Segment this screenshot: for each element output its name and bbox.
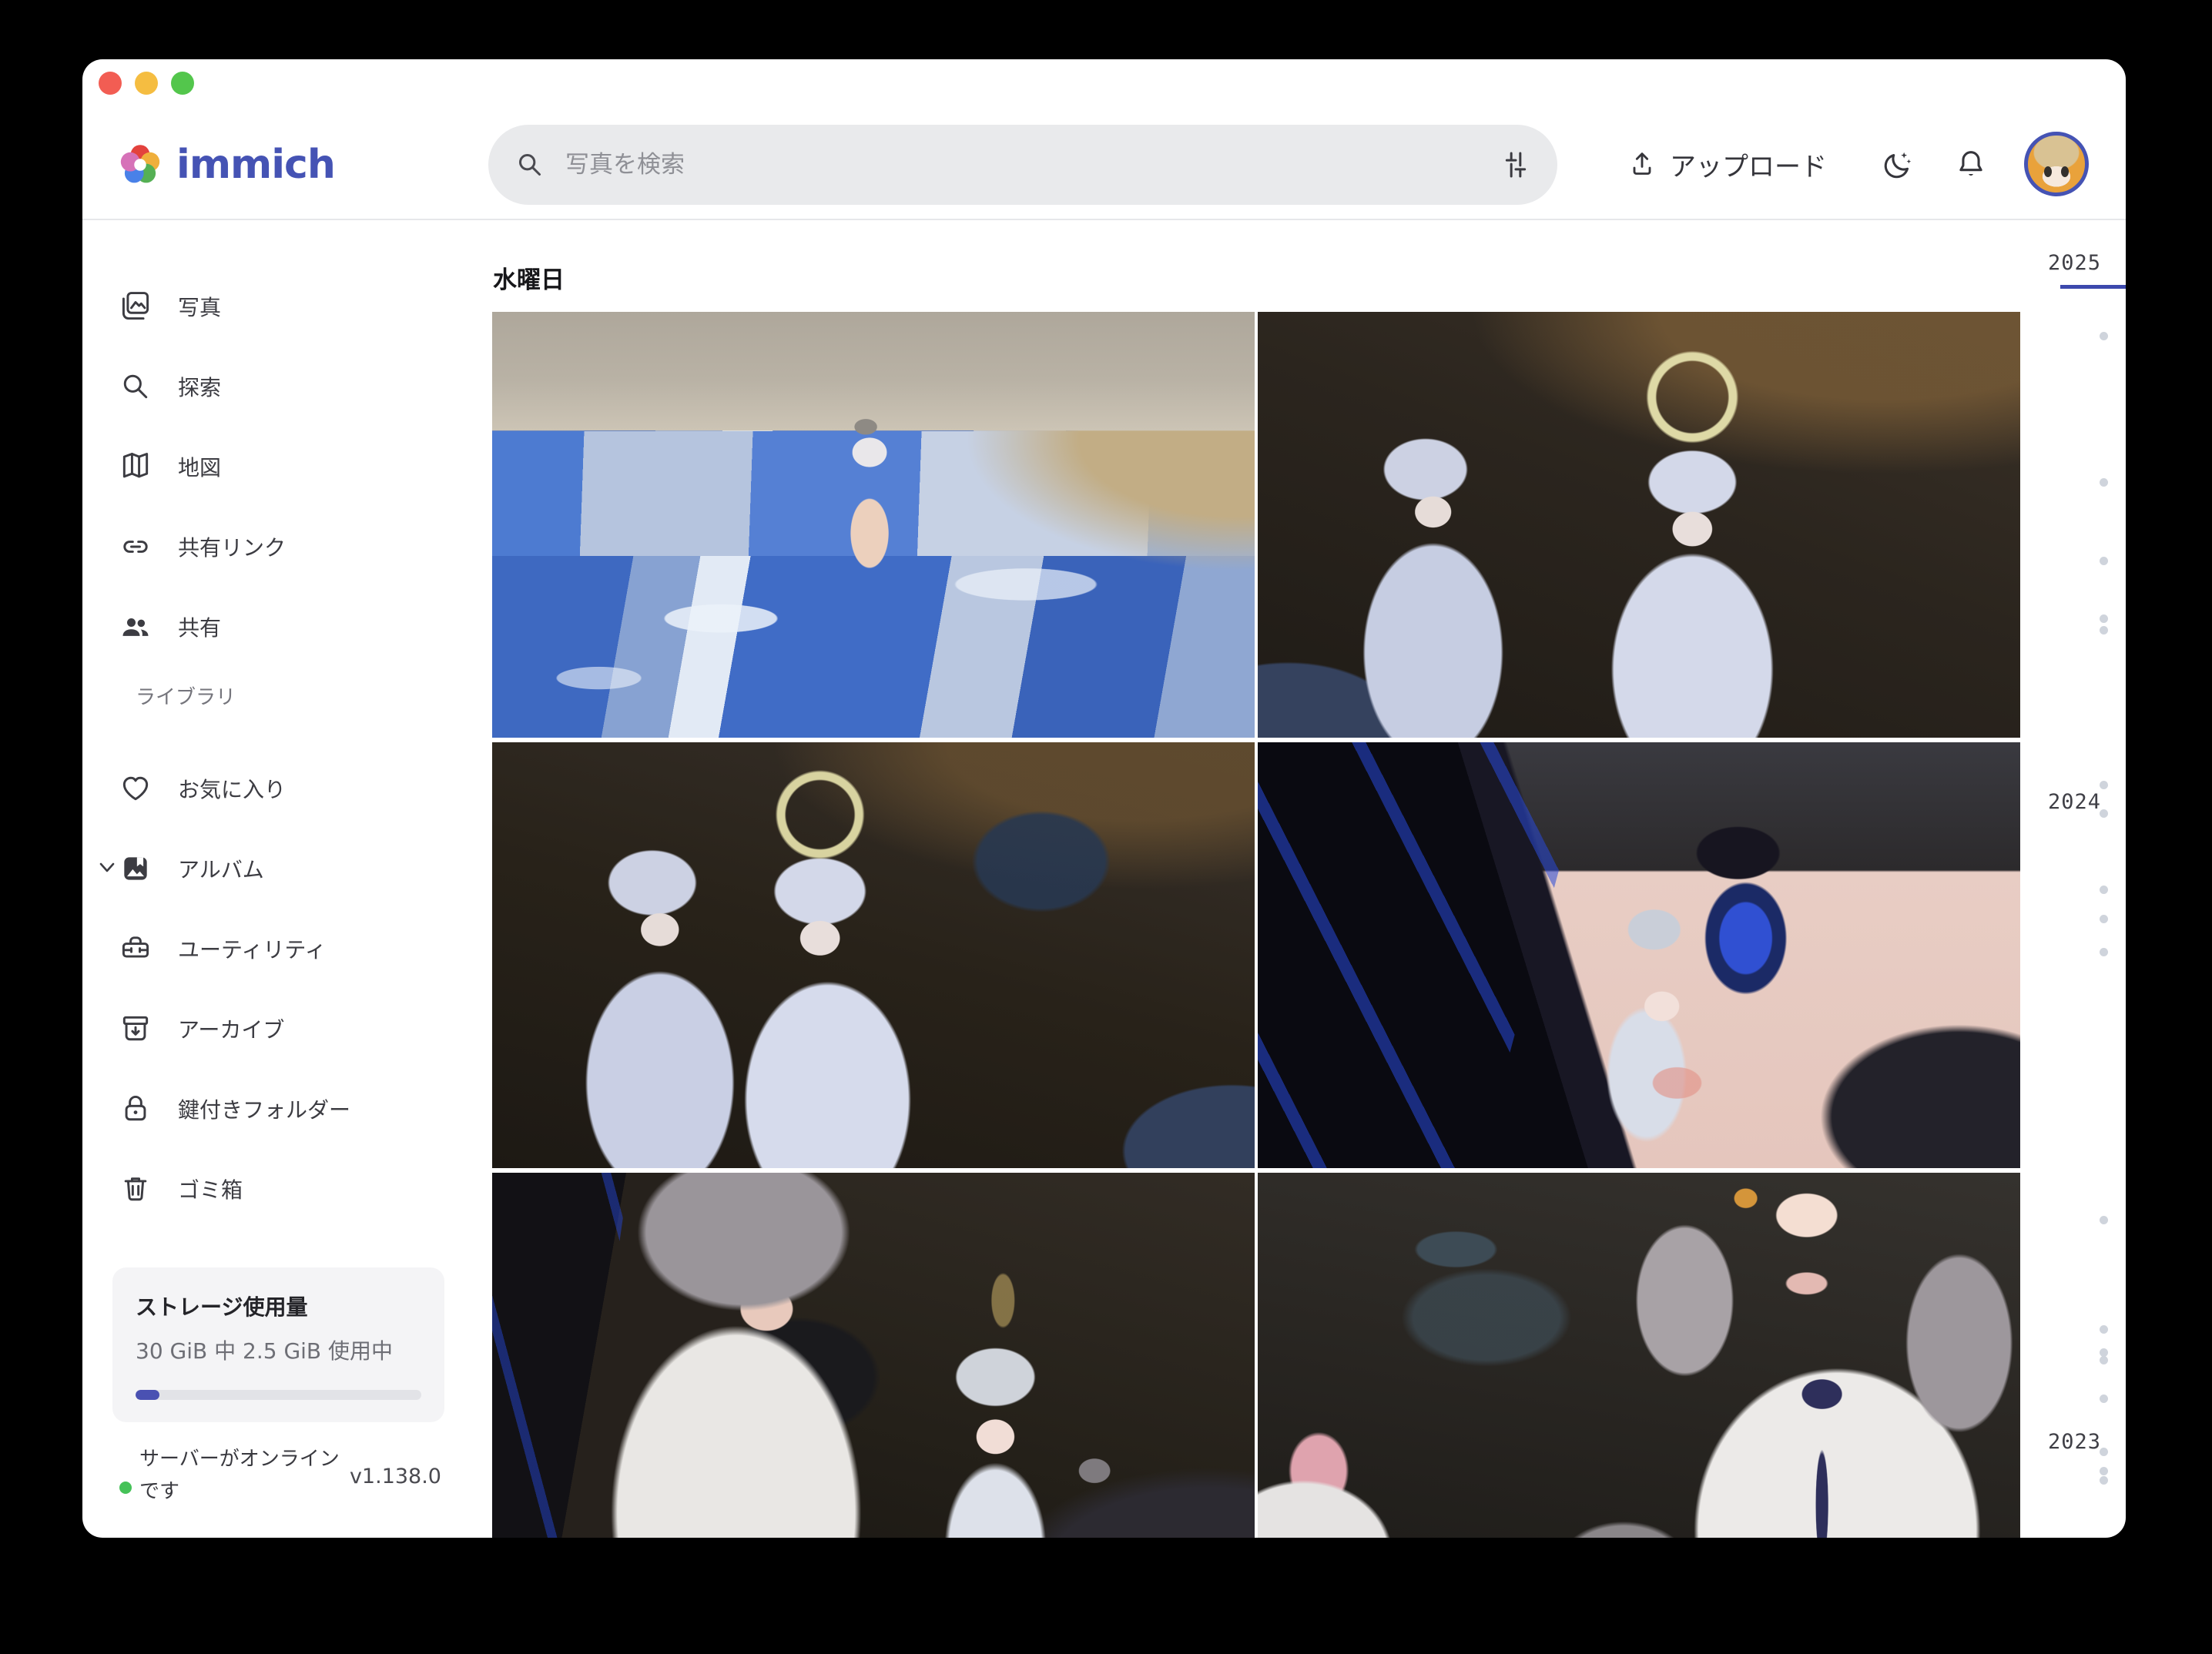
sidebar-item-label: お気に入り <box>178 773 286 804</box>
scrubber-dot <box>2100 332 2108 340</box>
scrubber-dot <box>2100 886 2108 894</box>
sidebar-item-label: アルバム <box>178 853 264 884</box>
scrubber-active-year-indicator <box>2060 285 2126 289</box>
toolbox-icon <box>119 932 152 966</box>
search-icon <box>119 370 152 403</box>
desktop-background: { "window": { "traffic_lights": { "close… <box>0 0 2212 1654</box>
scrubber-dot <box>2100 809 2108 818</box>
storage-progress-track <box>136 1390 421 1400</box>
photo-thumbnail[interactable] <box>492 742 1255 1168</box>
sidebar-item-albums[interactable]: アルバム <box>82 845 492 892</box>
upload-button[interactable]: アップロード <box>1627 139 1827 189</box>
sidebar-item-label: 鍵付きフォルダー <box>178 1093 350 1124</box>
sidebar-item-label: ゴミ箱 <box>178 1174 243 1204</box>
sidebar-item-trash[interactable]: ゴミ箱 <box>82 1166 492 1212</box>
sidebar-item-label: 地図 <box>178 451 221 482</box>
sidebar-item-photos[interactable]: 写真 <box>82 283 492 330</box>
photo-thumbnail[interactable] <box>1258 1173 2020 1538</box>
sidebar-item-favorites[interactable]: お気に入り <box>82 765 492 812</box>
sidebar-item-utilities[interactable]: ユーティリティ <box>82 926 492 972</box>
upload-icon <box>1627 149 1657 179</box>
photo-timeline: 水曜日 <box>492 220 2020 1536</box>
sidebar-item-label: ユーティリティ <box>178 933 327 964</box>
search-input[interactable] <box>565 151 1480 179</box>
scrubber-dot <box>2100 557 2108 565</box>
storage-title: ストレージ使用量 <box>136 1291 421 1321</box>
search-filter-icon[interactable] <box>1500 149 1531 180</box>
sidebar-item-label: 共有 <box>178 611 221 642</box>
server-status-text: サーバーがオンラインです <box>139 1443 340 1508</box>
app-title: immich <box>176 142 335 188</box>
server-version: v1.138.0 <box>350 1465 441 1488</box>
sidebar-item-map[interactable]: 地図 <box>82 444 492 490</box>
scrubber-dot <box>2100 915 2108 923</box>
album-icon <box>119 852 152 886</box>
sidebar: 写真 探索 地図 共有 <box>82 220 492 1536</box>
photo-thumbnail[interactable] <box>1258 312 2020 738</box>
link-icon <box>119 530 152 564</box>
trash-icon <box>119 1172 152 1206</box>
scrubber-dot <box>2100 781 2108 789</box>
timeline-scrubber[interactable]: 2025 2024 2023 <box>2020 220 2126 1536</box>
photo-thumbnail[interactable] <box>492 312 1255 738</box>
server-online-dot <box>119 1482 132 1494</box>
sidebar-item-sharing[interactable]: 共有 <box>82 604 492 650</box>
storage-progress-fill <box>136 1390 159 1400</box>
photo-thumbnail[interactable] <box>1258 742 2020 1168</box>
photo-grid <box>492 312 2020 1538</box>
scrubber-dot <box>2100 478 2108 487</box>
immich-flower-icon <box>115 139 166 190</box>
scrubber-dot <box>2100 1216 2108 1224</box>
window-controls <box>99 72 194 95</box>
search-bar[interactable] <box>488 125 1557 205</box>
sidebar-item-label: 共有リンク <box>178 531 286 562</box>
sidebar-section-library: ライブラリ <box>136 684 492 707</box>
scrubber-dot <box>2100 1476 2108 1485</box>
server-status-row: サーバーがオンラインです v1.138.0 <box>113 1443 444 1528</box>
storage-usage-text: 30 GiB 中 2.5 GiB 使用中 <box>136 1334 421 1365</box>
photo-thumbnail[interactable] <box>492 1173 1255 1538</box>
scrubber-dot <box>2100 1395 2108 1403</box>
storage-usage-card: ストレージ使用量 30 GiB 中 2.5 GiB 使用中 <box>112 1267 444 1422</box>
app-header: immich アップロード <box>82 59 2126 220</box>
search-icon <box>514 149 545 180</box>
scrubber-year-2024[interactable]: 2024 <box>2048 790 2101 814</box>
scrubber-dot <box>2100 1356 2108 1364</box>
scrubber-dot <box>2100 1467 2108 1475</box>
sidebar-item-shared-links[interactable]: 共有リンク <box>82 524 492 570</box>
user-avatar[interactable] <box>2024 132 2089 196</box>
sidebar-item-locked-folder[interactable]: 鍵付きフォルダー <box>82 1086 492 1132</box>
scrubber-dot <box>2100 614 2108 623</box>
sidebar-item-explore[interactable]: 探索 <box>82 363 492 410</box>
heart-icon <box>119 772 152 805</box>
archive-icon <box>119 1012 152 1046</box>
map-icon <box>119 450 152 484</box>
sidebar-item-label: 写真 <box>178 291 221 322</box>
scrubber-year-2025[interactable]: 2025 <box>2048 251 2101 275</box>
minimize-button[interactable] <box>135 72 158 95</box>
sidebar-item-label: 探索 <box>178 371 221 402</box>
close-button[interactable] <box>99 72 122 95</box>
app-body: 写真 探索 地図 共有 <box>82 220 2126 1536</box>
scrubber-dot <box>2100 948 2108 956</box>
app-window: immich アップロード <box>82 59 2126 1538</box>
scrubber-year-2023[interactable]: 2023 <box>2048 1430 2101 1454</box>
upload-label: アップロード <box>1670 146 1827 183</box>
scrubber-dot <box>2100 1325 2108 1334</box>
immich-logo[interactable]: immich <box>115 139 335 190</box>
lock-icon <box>119 1092 152 1126</box>
scrubber-dot <box>2100 1448 2108 1456</box>
zoom-button[interactable] <box>171 72 194 95</box>
photos-icon <box>119 290 152 323</box>
notifications-bell-icon[interactable] <box>1953 147 1989 182</box>
chevron-down-icon[interactable] <box>99 862 115 873</box>
sidebar-item-label: アーカイブ <box>178 1013 284 1044</box>
date-group-header: 水曜日 <box>493 260 565 295</box>
dark-mode-icon[interactable] <box>1880 147 1915 182</box>
sidebar-item-archive[interactable]: アーカイブ <box>82 1006 492 1052</box>
people-icon <box>119 610 152 644</box>
scrubber-dot <box>2100 626 2108 634</box>
